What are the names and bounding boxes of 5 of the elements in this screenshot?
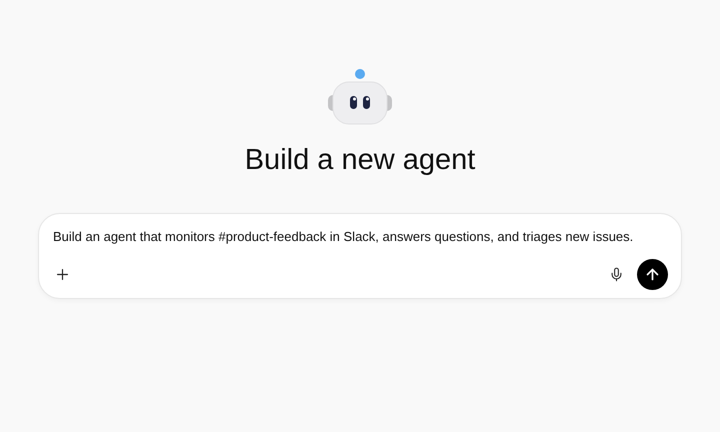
- microphone-icon: [608, 267, 624, 282]
- send-button[interactable]: [637, 259, 668, 290]
- page-title: Build a new agent: [244, 146, 476, 175]
- robot-icon: [326, 68, 394, 126]
- prompt-field[interactable]: Build an agent that monitors #product-feedback in Slack, answers questions, and triages new issues.: [52, 228, 668, 246]
